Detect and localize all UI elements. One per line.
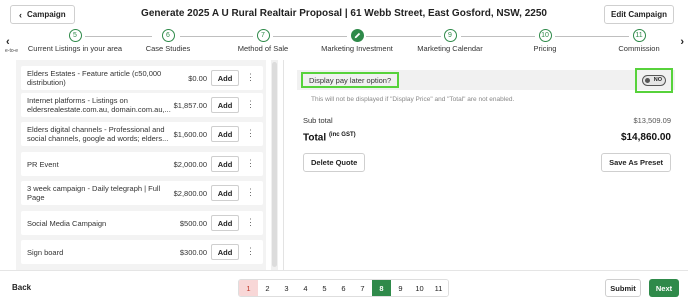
subtotal-value: $13,509.09 [633,116,671,125]
page-2[interactable]: 2 [258,280,277,296]
step-current-listings[interactable]: 5 Current Listings in your area [25,29,125,53]
pay-later-toggle[interactable]: NO [642,75,666,86]
add-item-button[interactable]: Add [211,70,239,86]
page-9[interactable]: 9 [391,280,410,296]
item-label: 3 week campaign - Daily telegraph | Full… [27,184,161,202]
marketing-items-list: Elders Estates - Feature article (c50,00… [16,60,266,270]
summary-panel: Display pay later option? NO This will n… [283,60,683,270]
add-item-button[interactable]: Add [211,156,239,172]
add-item-button[interactable]: Add [211,215,239,231]
step-label: Pricing [533,44,557,53]
list-item: PR Event $2,000.00 Add ⋮ [21,152,263,176]
pay-later-note: This will not be displayed if "Display P… [311,96,515,103]
list-item: Social Media Campaign $500.00 Add ⋮ [21,211,263,235]
save-as-preset-button[interactable]: Save As Preset [601,153,671,172]
next-button[interactable]: Next [649,279,679,297]
page-7[interactable]: 7 [353,280,372,296]
add-item-button[interactable]: Add [211,126,239,142]
item-label: Elders Estates - Feature article (c50,00… [27,69,162,87]
pencil-icon [350,29,364,42]
step-label: Current Listings in your area [27,44,123,53]
step-number: 10 [538,29,552,42]
list-item: Internet platforms - Listings on eldersr… [21,93,263,117]
item-price: $1,600.00 [173,130,207,139]
step-method-of-sale[interactable]: 7 Method of Sale [213,29,313,53]
submit-button[interactable]: Submit [605,279,641,297]
list-item: Elders digital channels - Professional a… [21,122,263,146]
list-item: Elders Estates - Feature article (c50,00… [21,66,263,90]
step-pricing[interactable]: 10 Pricing [495,29,595,53]
list-scrollbar[interactable] [271,60,278,270]
step-number: 5 [68,29,82,42]
step-navigation: ‹ e-to-e 5 Current Listings in your area… [0,28,688,56]
page-11[interactable]: 11 [429,280,448,296]
panel-divider [283,60,284,270]
page-3[interactable]: 3 [277,280,296,296]
toggle-label: NO [653,77,662,83]
steps-prev-label: e-to-e [5,48,19,54]
add-item-button[interactable]: Add [211,244,239,260]
steps-next-arrow-icon[interactable]: › [680,36,684,48]
step-case-studies[interactable]: 6 Case Studies [118,29,218,53]
edit-campaign-button[interactable]: Edit Campaign [603,5,674,24]
total-suffix: (inc GST) [328,132,356,138]
step-label: Case Studies [145,44,191,53]
add-item-button[interactable]: Add [211,185,239,201]
step-label: Method of Sale [237,44,289,53]
item-price: $300.00 [179,248,207,257]
more-options-icon[interactable]: ⋮ [246,128,255,139]
item-price: $500.00 [179,219,207,228]
delete-quote-button[interactable]: Delete Quote [303,153,366,172]
step-label: Marketing Calendar [417,44,483,53]
total-label: Total (inc GST) [303,132,356,143]
pay-later-toggle-highlight[interactable]: NO [635,68,673,93]
list-item: Sign board $300.00 Add ⋮ [21,240,263,264]
item-label: Sign board [27,248,64,257]
steps-prev-arrow-icon[interactable]: ‹ [6,36,10,48]
page-10[interactable]: 10 [410,280,429,296]
header: ‹ Campaign Generate 2025 A U Rural Realt… [0,0,688,28]
page-8-current[interactable]: 8 [372,280,391,296]
footer: Back 1 2 3 4 5 6 7 8 9 10 11 Submit Next [0,270,688,300]
step-number: 11 [632,29,646,42]
step-number: 7 [256,29,270,42]
more-options-icon[interactable]: ⋮ [246,187,255,198]
item-price: $2,000.00 [173,160,207,169]
step-number: 9 [443,29,457,42]
total-text: Total [303,132,327,144]
page-1[interactable]: 1 [239,280,258,296]
step-marketing-calendar[interactable]: 9 Marketing Calendar [400,29,500,53]
item-label: Elders digital channels - Professional a… [27,125,169,143]
more-options-icon[interactable]: ⋮ [246,217,255,228]
pay-later-label: Display pay later option? [301,72,400,88]
item-price: $0.00 [188,74,207,83]
toggle-knob [645,78,650,83]
item-label: Social Media Campaign [27,219,107,228]
item-label: PR Event [27,160,59,169]
step-marketing-investment[interactable]: Marketing Investment [307,29,407,53]
pagination: 1 2 3 4 5 6 7 8 9 10 11 [238,279,449,297]
scrollbar-thumb[interactable] [272,62,277,267]
step-label: Commission [618,44,660,53]
item-label: Internet platforms - Listings on eldersr… [27,96,171,114]
list-item: 3 week campaign - Daily telegraph | Full… [21,181,263,205]
page-title: Generate 2025 A U Rural Realtair Proposa… [141,8,547,19]
subtotal-label: Sub total [303,116,333,125]
back-button[interactable]: Back [12,283,31,292]
more-options-icon[interactable]: ⋮ [246,99,255,110]
step-commission[interactable]: 11 Commission [589,29,688,53]
more-options-icon[interactable]: ⋮ [246,72,255,83]
page-5[interactable]: 5 [315,280,334,296]
more-options-icon[interactable]: ⋮ [246,158,255,169]
pay-later-row: Display pay later option? NO [297,68,675,93]
more-options-icon[interactable]: ⋮ [246,246,255,257]
step-label: Marketing Investment [321,44,393,53]
item-price: $2,800.00 [173,189,207,198]
page-4[interactable]: 4 [296,280,315,296]
step-number: 6 [161,29,175,42]
total-value: $14,860.00 [620,132,671,143]
add-item-button[interactable]: Add [211,97,239,113]
item-price: $1,857.00 [173,101,207,110]
page-6[interactable]: 6 [334,280,353,296]
